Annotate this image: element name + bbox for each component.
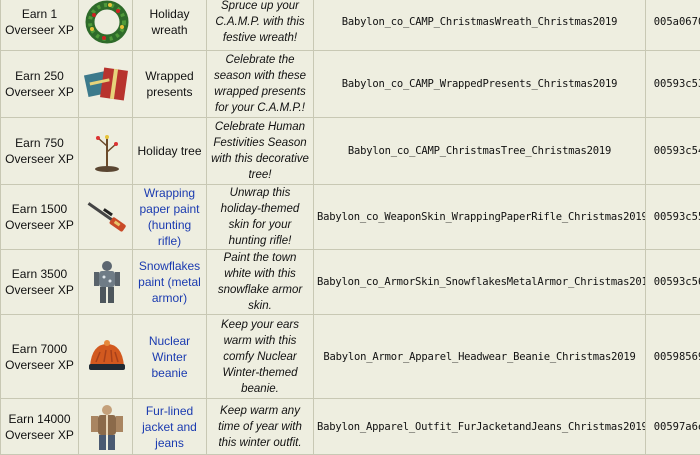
metal-armor-icon[interactable] — [79, 250, 133, 315]
item-description: Unwrap this holiday-themed skin for your… — [207, 185, 314, 250]
item-code: Babylon_co_CAMP_ChristmasWreath_Christma… — [314, 0, 646, 51]
item-name-link[interactable]: Wrapping paper paint (hunting rifle) — [133, 185, 207, 250]
rewards-table: Earn 1 Overseer XP Holiday wreath Spruce… — [0, 0, 700, 455]
requirement-cell: Earn 250 Overseer XP — [1, 51, 79, 118]
wrapped-presents-icon[interactable] — [79, 51, 133, 118]
table-row: Earn 3500 Overseer XP Snowflakes paint (… — [1, 250, 700, 315]
item-link[interactable]: Fur-lined jacket and jeans — [142, 404, 197, 450]
beanie-icon[interactable] — [79, 315, 133, 399]
item-name: Wrapped presents — [133, 51, 207, 118]
item-code: Babylon_Apparel_Outfit_FurJacketandJeans… — [314, 399, 646, 455]
item-name: Holiday tree — [133, 118, 207, 185]
item-id: 00597a6e — [646, 399, 700, 455]
item-link[interactable]: Snowflakes paint (metal armor) — [138, 259, 201, 305]
item-code: Babylon_co_CAMP_WrappedPresents_Christma… — [314, 51, 646, 118]
hunting-rifle-icon[interactable] — [79, 185, 133, 250]
item-description: Keep your ears warm with this comfy Nucl… — [207, 315, 314, 399]
item-description: Keep warm any time of year with this win… — [207, 399, 314, 455]
item-id: 005a0670 — [646, 0, 700, 51]
item-id: 00593c54 — [646, 118, 700, 185]
item-description: Paint the town white with this snowflake… — [207, 250, 314, 315]
item-id: 00593c53 — [646, 51, 700, 118]
table-row: Earn 7000 Overseer XP Nuclear Winter bea… — [1, 315, 700, 399]
table-row: Earn 1 Overseer XP Holiday wreath Spruce… — [1, 0, 700, 51]
requirement-cell: Earn 7000 Overseer XP — [1, 315, 79, 399]
requirement-cell: Earn 750 Overseer XP — [1, 118, 79, 185]
item-name-link[interactable]: Nuclear Winter beanie — [133, 315, 207, 399]
item-name-link[interactable]: Snowflakes paint (metal armor) — [133, 250, 207, 315]
item-description: Celebrate the season with these wrapped … — [207, 51, 314, 118]
item-link[interactable]: Wrapping paper paint (hunting rifle) — [139, 186, 199, 248]
item-id: 00598569 — [646, 315, 700, 399]
requirement-cell: Earn 1 Overseer XP — [1, 0, 79, 51]
item-code: Babylon_co_CAMP_ChristmasTree_Christmas2… — [314, 118, 646, 185]
item-id: 00593c56 — [646, 250, 700, 315]
requirement-cell: Earn 14000 Overseer XP — [1, 399, 79, 455]
table-row: Earn 750 Overseer XP Holiday tree Celebr… — [1, 118, 700, 185]
item-name-link[interactable]: Fur-lined jacket and jeans — [133, 399, 207, 455]
item-description: Spruce up your C.A.M.P. with this festiv… — [207, 0, 314, 51]
item-description: Celebrate Human Festivities Season with … — [207, 118, 314, 185]
requirement-cell: Earn 1500 Overseer XP — [1, 185, 79, 250]
christmas-wreath-icon[interactable] — [79, 0, 133, 51]
table-row: Earn 1500 Overseer XP Wrapping paper pai… — [1, 185, 700, 250]
table-row: Earn 14000 Overseer XP Fur-lined jacket … — [1, 399, 700, 455]
item-id: 00593c55 — [646, 185, 700, 250]
item-link[interactable]: Nuclear Winter beanie — [149, 334, 190, 380]
fur-jacket-icon[interactable] — [79, 399, 133, 455]
item-code: Babylon_co_WeaponSkin_WrappingPaperRifle… — [314, 185, 646, 250]
table-row: Earn 250 Overseer XP Wrapped presents Ce… — [1, 51, 700, 118]
holiday-tree-icon[interactable] — [79, 118, 133, 185]
item-code: Babylon_co_ArmorSkin_SnowflakesMetalArmo… — [314, 250, 646, 315]
requirement-cell: Earn 3500 Overseer XP — [1, 250, 79, 315]
item-name: Holiday wreath — [133, 0, 207, 51]
item-code: Babylon_Armor_Apparel_Headwear_Beanie_Ch… — [314, 315, 646, 399]
